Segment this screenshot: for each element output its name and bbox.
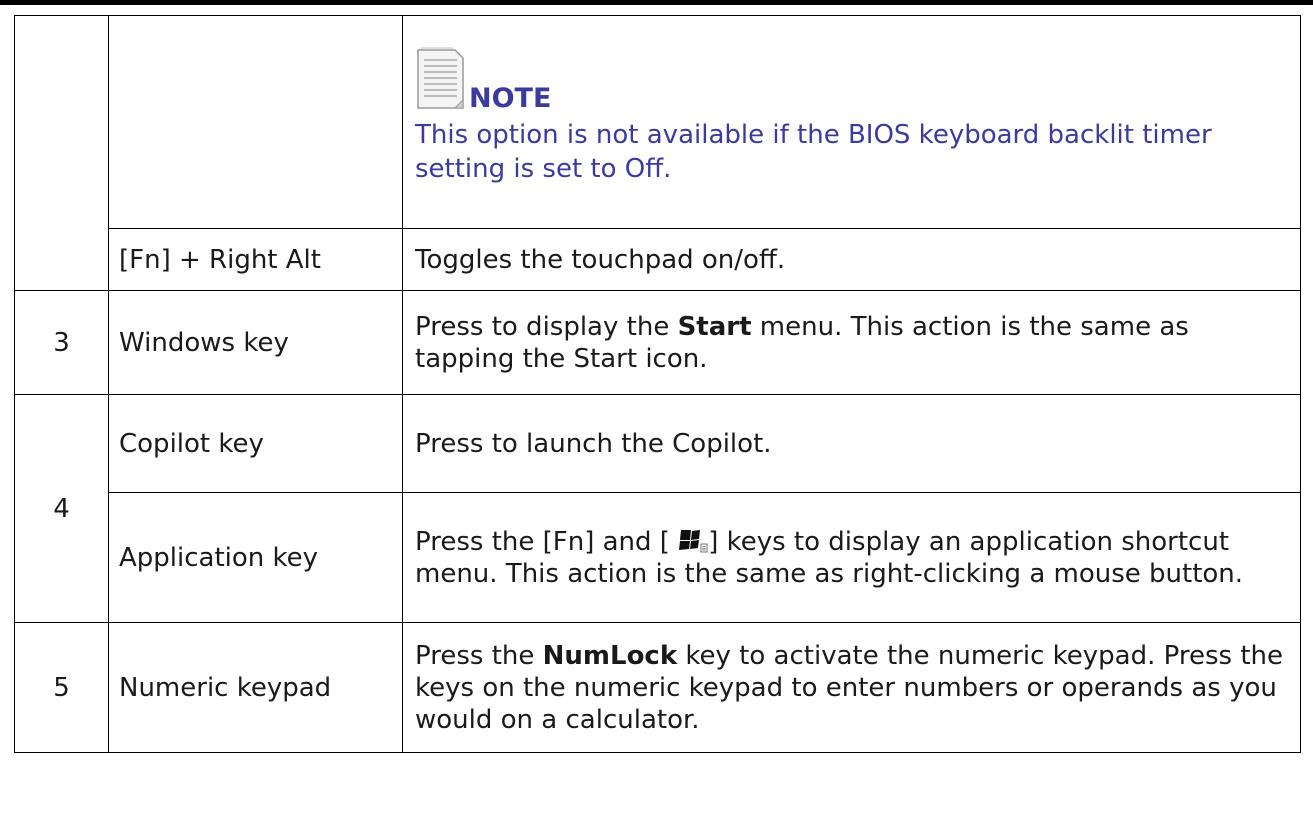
key-cell [108,15,403,229]
note-icon [417,47,464,109]
description-cell: Press the [Fn] and [ ] keys to display a… [402,492,1301,623]
table-row: Application key Press the [Fn] and [ ] k… [15,492,1301,623]
table-row: 4 Copilot key Press to launch the Copilo… [14,394,1301,623]
note-box: NOTE This option is not available if the… [415,16,1300,198]
top-rule [0,0,1313,5]
description-cell: Press to display the Start menu. This ac… [402,290,1301,395]
note-text: This option is not available if the BIOS… [415,120,1212,184]
number-cell [14,15,109,291]
number-cell: 3 [14,290,109,395]
numlock-term: NumLock [542,640,678,671]
number-cell: 4 [14,394,109,623]
description-cell: Press the NumLock key to activate the nu… [402,622,1301,753]
description-cell: Press to launch the Copilot. [402,394,1301,493]
note-cell: NOTE This option is not available if the… [402,15,1301,229]
note-title: NOTE [469,83,552,114]
number-cell: 5 [14,622,109,753]
start-term: Start [677,311,752,342]
table-row: 5 Numeric keypad Press the NumLock key t… [14,622,1301,753]
description-cell: Toggles the touchpad on/off. [402,228,1301,291]
key-cell: Copilot key [108,394,403,493]
table-row: 3 Windows key Press to display the Start… [14,290,1301,395]
key-cell: Windows key [108,290,403,395]
application-key-icon [679,529,708,552]
key-cell: [Fn] + Right Alt [108,228,403,291]
table-row: NOTE This option is not available if the… [14,15,1301,291]
key-cell: Application key [108,492,403,623]
key-function-table: NOTE This option is not available if the… [14,15,1301,753]
table-row: [Fn] + Right Alt Toggles the touchpad on… [15,228,1301,291]
key-cell: Numeric keypad [108,622,403,753]
